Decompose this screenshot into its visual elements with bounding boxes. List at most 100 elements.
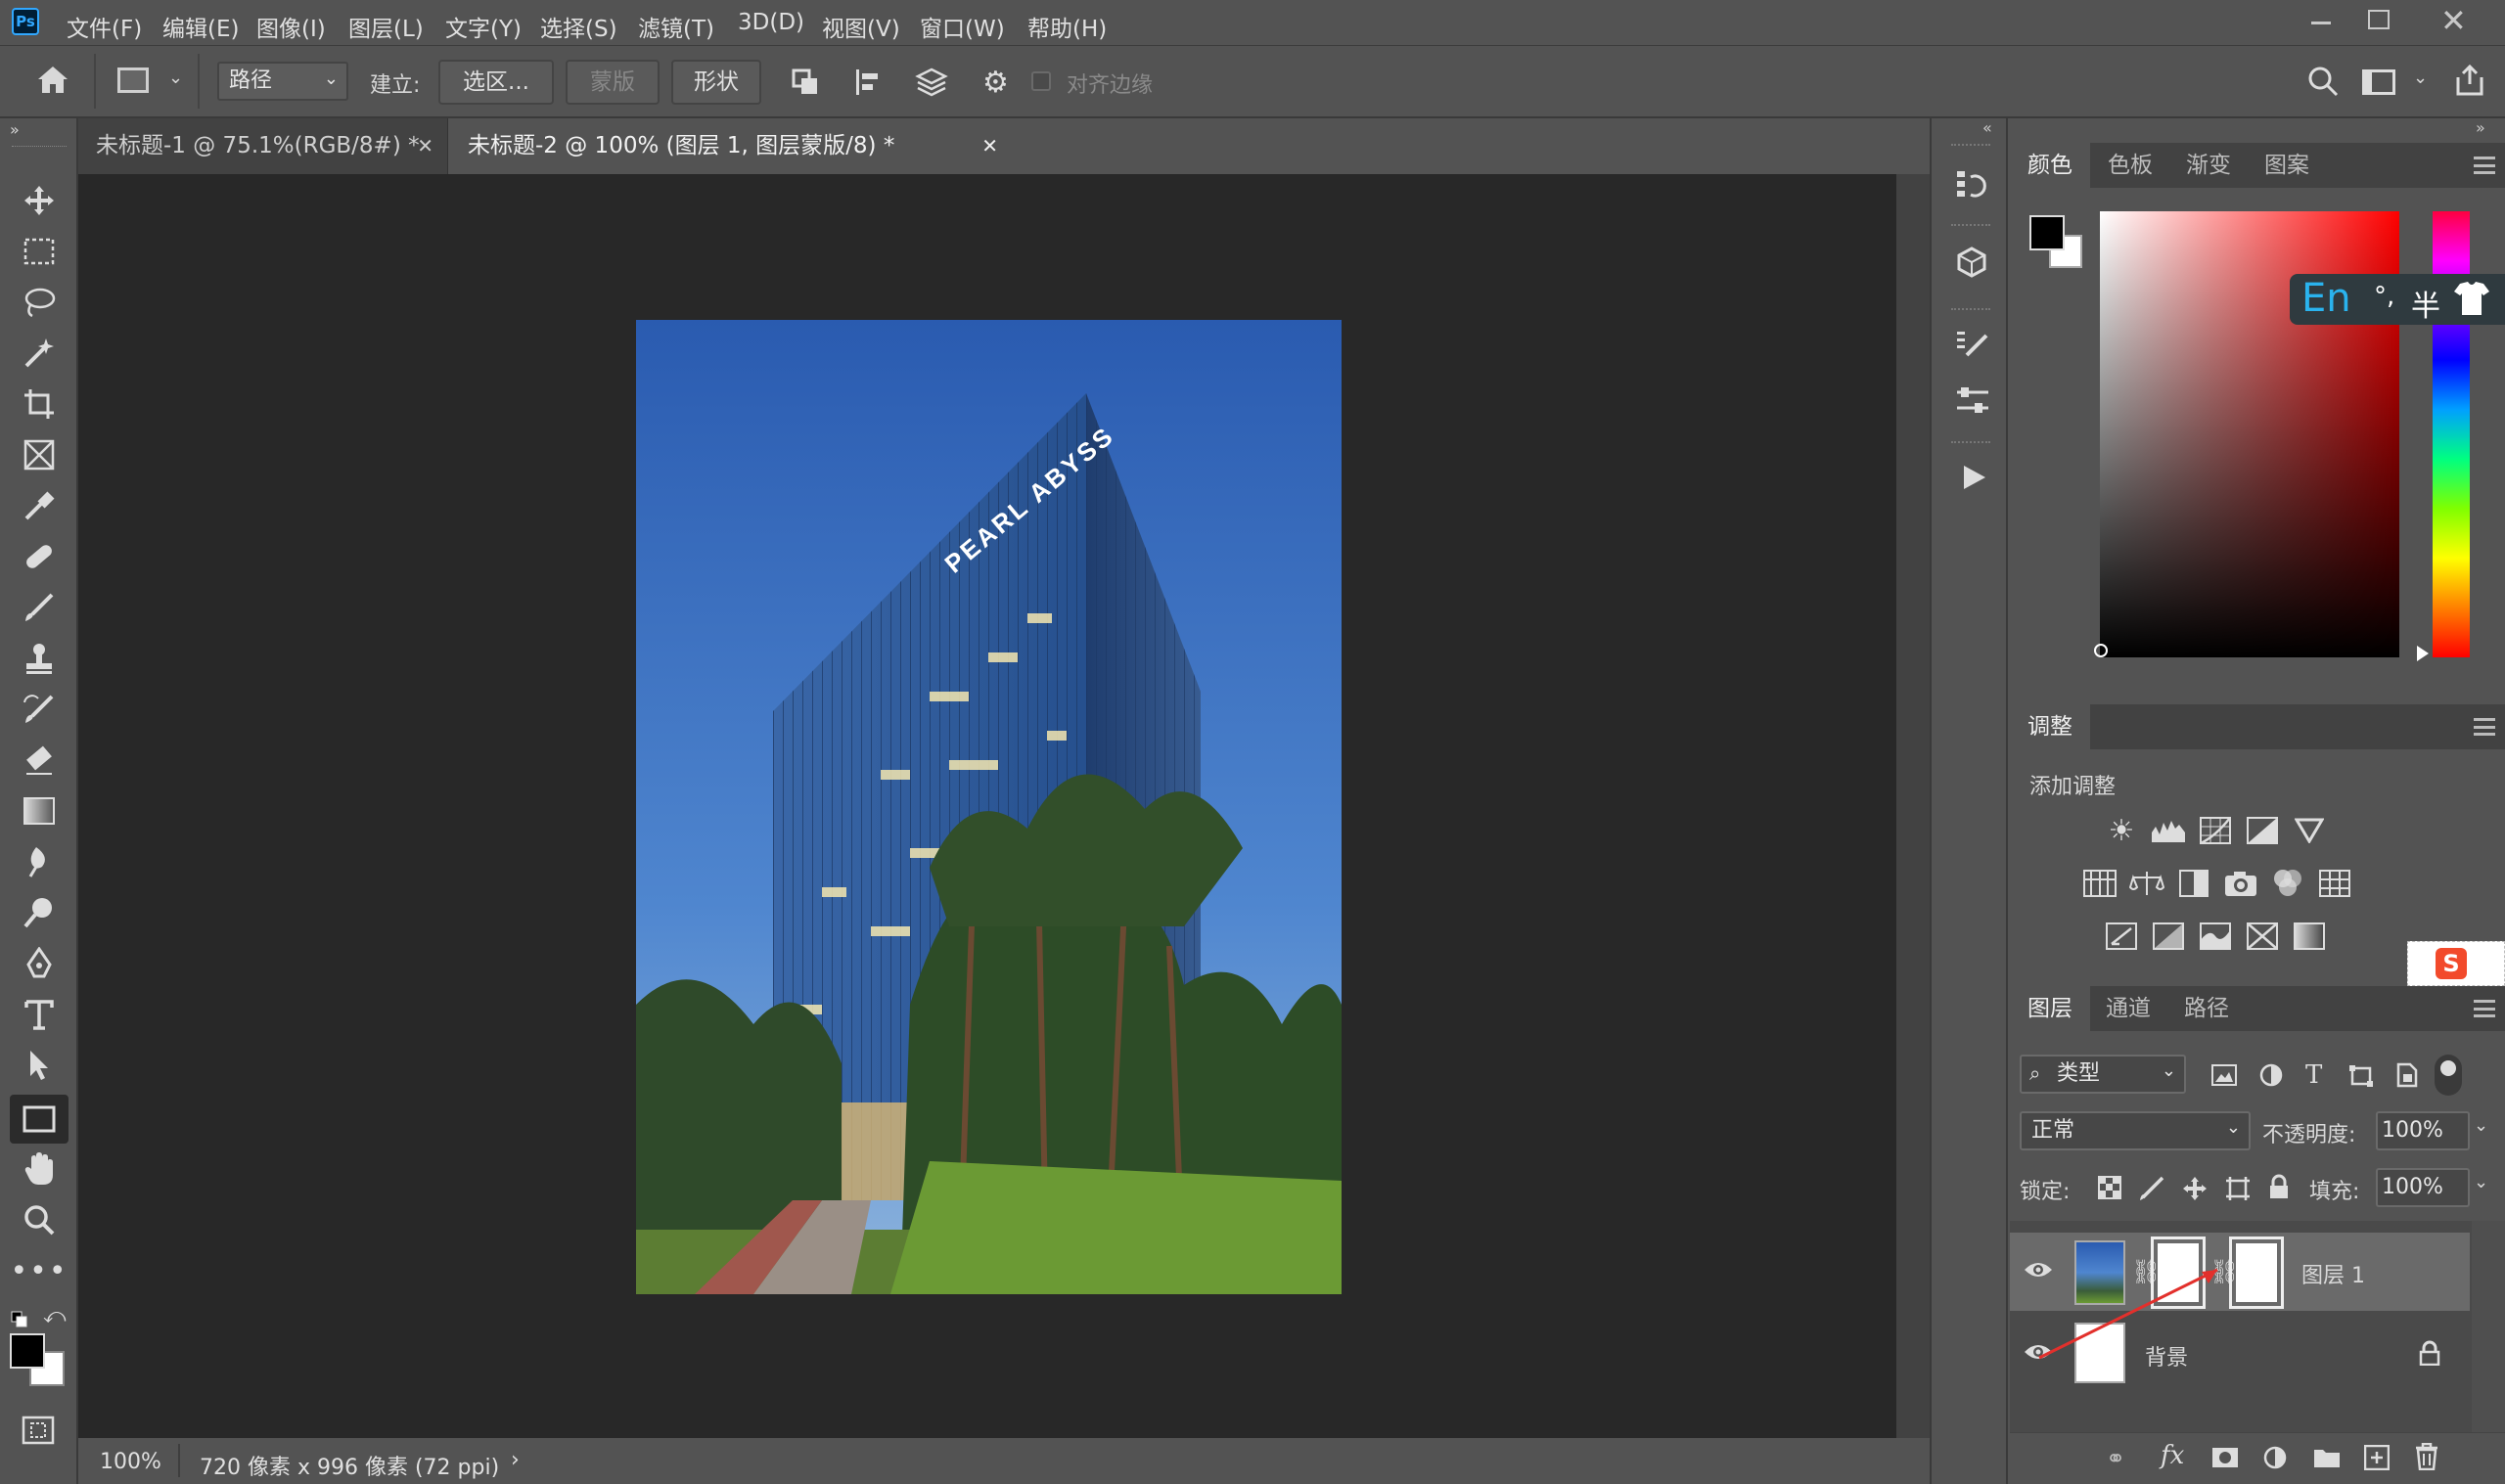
tab-gradients[interactable]: 渐变 xyxy=(2168,143,2249,188)
new-adjustment-layer-icon[interactable] xyxy=(2262,1445,2288,1470)
gradient-tool-icon[interactable] xyxy=(18,789,61,832)
color-picker-marker[interactable] xyxy=(2094,644,2108,657)
menu-item[interactable]: 窗口(W) xyxy=(920,10,1005,43)
more-tools-icon[interactable]: ••• xyxy=(10,1249,66,1292)
menu-item[interactable]: 文件(F) xyxy=(67,10,142,43)
chevron-down-icon[interactable]: ⌄ xyxy=(168,67,183,88)
close-window-button[interactable]: ✕ xyxy=(2440,2,2467,39)
tab-patterns[interactable]: 图案 xyxy=(2247,143,2327,188)
path-arrangement-icon[interactable] xyxy=(914,66,949,99)
clone-stamp-tool-icon[interactable] xyxy=(18,637,61,680)
make-shape-button[interactable]: 形状 xyxy=(671,60,761,105)
hue-saturation-icon[interactable] xyxy=(2082,869,2118,898)
ime-skin-icon[interactable] xyxy=(2452,280,2491,317)
path-selection-tool-icon[interactable] xyxy=(18,1044,61,1087)
crop-tool-icon[interactable] xyxy=(18,382,61,426)
foreground-color-chip[interactable] xyxy=(2029,215,2065,250)
eraser-tool-icon[interactable] xyxy=(18,739,61,782)
new-group-icon[interactable] xyxy=(2313,1447,2341,1468)
sogou-ime-icon[interactable]: S xyxy=(2407,941,2505,986)
menu-item[interactable]: 图层(L) xyxy=(348,10,424,43)
eyedropper-tool-icon[interactable] xyxy=(18,484,61,527)
panel-menu-icon[interactable] xyxy=(2474,718,2495,736)
move-tool-icon[interactable] xyxy=(18,179,61,222)
magic-wand-tool-icon[interactable] xyxy=(18,332,61,375)
restore-button[interactable] xyxy=(2368,10,2390,29)
marquee-tool-icon[interactable] xyxy=(18,230,61,273)
make-selection-button[interactable]: 选区... xyxy=(438,60,554,105)
tab-document-1[interactable]: 未标题-1 @ 75.1%(RGB/8#) * ✕ xyxy=(78,118,448,174)
home-icon[interactable] xyxy=(35,64,70,95)
zoom-level[interactable]: 100% xyxy=(100,1450,161,1474)
type-tool-icon[interactable] xyxy=(18,993,61,1036)
dodge-tool-icon[interactable] xyxy=(18,891,61,934)
path-operations-icon[interactable] xyxy=(791,67,820,97)
minimize-button[interactable] xyxy=(2311,22,2331,24)
selective-color-icon[interactable] xyxy=(2245,922,2280,951)
hand-tool-icon[interactable] xyxy=(18,1147,61,1191)
menu-item[interactable]: 编辑(E) xyxy=(162,10,239,43)
menu-item[interactable]: 帮助(H) xyxy=(1027,10,1107,43)
default-colors-icon[interactable] xyxy=(10,1310,29,1329)
path-alignment-icon[interactable] xyxy=(853,67,883,97)
threshold-icon[interactable] xyxy=(2198,922,2233,951)
rectangle-tool-icon[interactable] xyxy=(10,1095,68,1144)
tab-adjustments[interactable]: 调整 xyxy=(2010,704,2090,749)
invert-icon[interactable] xyxy=(2104,922,2139,951)
tab-color[interactable]: 颜色 xyxy=(2010,143,2090,188)
close-icon[interactable]: ✕ xyxy=(981,118,998,174)
exposure-icon[interactable] xyxy=(2245,816,2280,845)
brush-settings-icon[interactable] xyxy=(1955,328,1990,361)
color-lookup-icon[interactable] xyxy=(2317,869,2352,898)
brush-tool-icon[interactable] xyxy=(18,586,61,629)
menu-item[interactable]: 文字(Y) xyxy=(445,10,522,43)
frame-tool-icon[interactable] xyxy=(18,433,61,476)
new-layer-icon[interactable] xyxy=(2364,1445,2390,1470)
workspace-icon[interactable] xyxy=(2362,69,2395,95)
photo-filter-icon[interactable] xyxy=(2223,869,2258,898)
menu-item[interactable]: 滤镜(T) xyxy=(638,10,714,43)
3d-panel-icon[interactable] xyxy=(1955,246,1988,279)
delete-layer-icon[interactable] xyxy=(2415,1443,2438,1470)
share-icon[interactable] xyxy=(2454,64,2485,97)
channel-mixer-icon[interactable] xyxy=(2270,869,2305,898)
curves-icon[interactable] xyxy=(2198,816,2233,845)
tool-mode-select[interactable]: 路径 ⌄ xyxy=(217,62,348,101)
quick-mask-icon[interactable] xyxy=(22,1416,55,1445)
link-layers-icon[interactable]: ⚭ xyxy=(2106,1445,2125,1472)
tab-swatches[interactable]: 色板 xyxy=(2090,143,2170,188)
menu-item[interactable]: 3D(D) xyxy=(738,10,804,35)
menu-item[interactable]: 图像(I) xyxy=(256,10,326,43)
posterize-icon[interactable] xyxy=(2151,922,2186,951)
ime-toolbar[interactable]: En °, 半 xyxy=(2290,274,2505,325)
ime-punctuation[interactable]: °, xyxy=(2374,282,2394,311)
black-white-icon[interactable] xyxy=(2176,869,2211,898)
align-edges-checkbox[interactable] xyxy=(1031,71,1051,91)
ime-width[interactable]: 半 xyxy=(2411,282,2440,325)
collapse-arrows-icon[interactable]: » xyxy=(2476,118,2485,137)
history-panel-icon[interactable] xyxy=(1955,167,1988,201)
properties-panel-icon[interactable] xyxy=(1955,384,1990,418)
panel-menu-icon[interactable] xyxy=(2474,157,2495,174)
collapse-arrows-icon[interactable]: « xyxy=(1982,118,1992,137)
rectangle-tool-preset-icon[interactable] xyxy=(117,67,149,93)
document-image[interactable]: PEARL ABYSS xyxy=(636,320,1342,1294)
canvas-area[interactable]: PEARL ABYSS xyxy=(78,174,1930,1438)
levels-icon[interactable] xyxy=(2151,816,2186,845)
pen-tool-icon[interactable] xyxy=(18,942,61,985)
zoom-tool-icon[interactable] xyxy=(18,1198,61,1241)
vertical-scrollbar[interactable] xyxy=(1896,174,1930,1438)
color-balance-icon[interactable] xyxy=(2129,869,2164,898)
blur-tool-icon[interactable] xyxy=(18,840,61,883)
healing-brush-tool-icon[interactable] xyxy=(18,535,61,578)
lasso-tool-icon[interactable] xyxy=(18,281,61,324)
gradient-map-icon[interactable] xyxy=(2292,922,2327,951)
gear-icon[interactable]: ⚙ xyxy=(982,66,1009,100)
chevron-right-icon[interactable]: › xyxy=(511,1448,520,1472)
actions-play-icon[interactable] xyxy=(1959,463,1988,492)
tab-document-2[interactable]: 未标题-2 @ 100% (图层 1, 图层蒙版/8) * ✕ xyxy=(450,118,1012,174)
swap-colors-icon[interactable]: ⤺ xyxy=(43,1304,67,1328)
search-icon[interactable] xyxy=(2307,66,2339,97)
hue-slider-handle[interactable] xyxy=(2417,646,2429,661)
brightness-contrast-icon[interactable]: ☀ xyxy=(2104,814,2139,848)
